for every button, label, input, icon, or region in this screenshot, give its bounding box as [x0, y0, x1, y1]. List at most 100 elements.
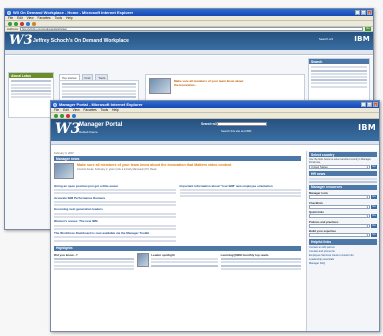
refresh-icon[interactable]: [26, 21, 30, 26]
menu-item-edit[interactable]: Edit: [63, 108, 69, 112]
back-title-bar[interactable]: W3 On Demand Workplace - Home - Microsof…: [5, 9, 373, 16]
menu-item-tools[interactable]: Tools: [55, 16, 62, 20]
country-go-button[interactable]: Go: [371, 165, 377, 170]
menu-item-edit[interactable]: Edit: [17, 16, 23, 20]
front-subnav: [51, 141, 379, 145]
ie-icon: [7, 10, 11, 15]
menu-item-tools[interactable]: Tools: [101, 108, 108, 112]
resource-go-button[interactable]: Go: [371, 195, 377, 200]
manager-resources-title: Manager resources: [309, 184, 377, 190]
resource-select[interactable]: [309, 223, 370, 228]
helpful-link[interactable]: Manager FAQ: [309, 262, 377, 265]
news-right-column: Important information about 'Your IBM' n…: [179, 182, 302, 243]
menu-item-view[interactable]: View: [27, 16, 34, 20]
helpful-link[interactable]: Leadership essentials: [309, 258, 377, 261]
address-label: Address: [7, 27, 19, 31]
menu-item-file[interactable]: File: [8, 16, 13, 20]
back-left-box: About Lotus: [8, 72, 54, 118]
front-search-input[interactable]: [217, 121, 267, 126]
news-item-link[interactable]: Women's issues: The new IBM: [54, 219, 176, 223]
helpful-link[interactable]: Contact an HR partner: [309, 246, 377, 249]
front-search-scope[interactable]: Search this site and IBM: [221, 129, 251, 133]
ibm-logo: IBM: [354, 35, 370, 43]
front-right-panel: Select country Use the links below to se…: [306, 151, 379, 331]
did-you-know-title: Did you know...?: [54, 252, 78, 257]
back-banner-title: Jeffrey Schoch's On Demand Workplace: [33, 38, 129, 44]
forward-arrow-icon[interactable]: [14, 21, 18, 26]
leader-photo: [137, 252, 150, 267]
select-country-desc: Use the links below to select another co…: [309, 158, 371, 165]
news-item-link[interactable]: Accurate IBM Performance Reviews: [54, 196, 176, 200]
helpful-links-list: Contact an HR partner Contact and phone l…: [309, 246, 377, 265]
window-controls: _ □ ×: [361, 102, 378, 107]
back-search-label: Search w3: [318, 37, 333, 41]
front-window-title: Manager Portal - Microsoft Internet Expl…: [59, 102, 143, 107]
leader-spotlight-title: Leader spotlight: [151, 252, 175, 257]
helpful-links-title: Helpful links: [309, 239, 377, 245]
back-go-button[interactable]: Go: [365, 27, 371, 31]
resource-go-button[interactable]: Go: [371, 233, 377, 238]
menu-item-favorites[interactable]: Favorites: [38, 16, 51, 20]
news-item-link[interactable]: Hiring an open position just got a littl…: [54, 184, 176, 188]
back-address-field[interactable]: http://w3.ibm.com/ondemandworkplace: [20, 27, 363, 31]
maximize-button[interactable]: □: [367, 102, 372, 107]
manager-news-title: Manager news: [54, 156, 301, 162]
front-browser-window: Manager Portal - Microsoft Internet Expl…: [50, 100, 380, 332]
front-title-bar[interactable]: Manager Portal - Microsoft Internet Expl…: [51, 101, 379, 108]
resource-select[interactable]: [309, 195, 370, 200]
front-main: February 3, 2007 Manager news Make sure …: [51, 151, 304, 331]
front-banner: W3 Manager Portal Default theme Search w…: [51, 119, 379, 141]
news-item-link[interactable]: Important information about 'Your IBM' n…: [180, 184, 302, 188]
resource-go-button[interactable]: Go: [371, 223, 377, 228]
close-button[interactable]: ×: [373, 102, 378, 107]
resource-select[interactable]: [309, 233, 370, 238]
hr-news-title: HR news: [309, 171, 377, 177]
select-country-title: Select country: [309, 152, 377, 158]
front-search-label: Search w3: [201, 122, 217, 126]
headline-link[interactable]: Make sure all members of your team know …: [77, 163, 301, 167]
front-banner-title: Manager Portal: [79, 122, 123, 128]
back-subnav: [5, 50, 373, 55]
menu-item-help[interactable]: Help: [66, 16, 73, 20]
front-banner-subtitle: Default theme: [79, 130, 98, 134]
menu-item-favorites[interactable]: Favorites: [84, 108, 97, 112]
resource-select[interactable]: [309, 214, 370, 219]
back-banner: W3 Jeffrey Schoch's On Demand Workplace …: [5, 32, 373, 50]
back-window-title: W3 On Demand Workplace - Home - Microsof…: [13, 10, 134, 15]
helpful-link[interactable]: Employee Services Center contact info: [309, 254, 377, 257]
close-button[interactable]: ×: [367, 10, 372, 15]
menu-item-file[interactable]: File: [54, 108, 59, 112]
news-item-link[interactable]: Grooming next generation leaders: [54, 207, 176, 211]
helpful-link[interactable]: Contact and phone list: [309, 250, 377, 253]
menu-item-view[interactable]: View: [73, 108, 80, 112]
ibm-logo: IBM: [358, 123, 376, 132]
back-arrow-icon[interactable]: [54, 113, 58, 118]
menu-item-help[interactable]: Help: [112, 108, 119, 112]
w3-logo: W3: [55, 121, 81, 137]
resource-go-button[interactable]: Go: [371, 204, 377, 209]
resource-select[interactable]: [309, 204, 370, 209]
resource-list: Manager toolsGoChecklistsGoQuick linksGo…: [309, 191, 377, 238]
date-text: February 3, 2007: [54, 152, 74, 155]
window-controls: _ □ ×: [355, 10, 372, 15]
learning-title: Learning@IBM monthly top reads: [220, 252, 269, 257]
headline-byline: Content Areas: February 2, grant (nick a…: [77, 168, 157, 172]
home-icon[interactable]: [32, 21, 36, 26]
forward-arrow-icon[interactable]: [60, 113, 64, 118]
minimize-button[interactable]: _: [355, 10, 360, 15]
news-item-link[interactable]: The Workforce Dashboard is now available…: [54, 231, 176, 235]
minimize-button[interactable]: _: [361, 102, 366, 107]
w3-logo: W3: [9, 33, 33, 48]
story-thumbnail: [149, 78, 171, 94]
back-arrow-icon[interactable]: [8, 21, 12, 26]
resource-go-button[interactable]: Go: [371, 214, 377, 219]
highlights-title: Highlights: [54, 245, 301, 251]
refresh-icon[interactable]: [72, 113, 76, 118]
maximize-button[interactable]: □: [361, 10, 366, 15]
stop-icon[interactable]: [20, 21, 24, 26]
stop-icon[interactable]: [66, 113, 70, 118]
back-story-text[interactable]: Make sure all members of your team know …: [174, 79, 244, 87]
news-left-column: Hiring an open position just got a littl…: [54, 182, 176, 243]
headline-thumbnail: [54, 163, 74, 180]
country-select[interactable]: United States: [309, 165, 370, 170]
